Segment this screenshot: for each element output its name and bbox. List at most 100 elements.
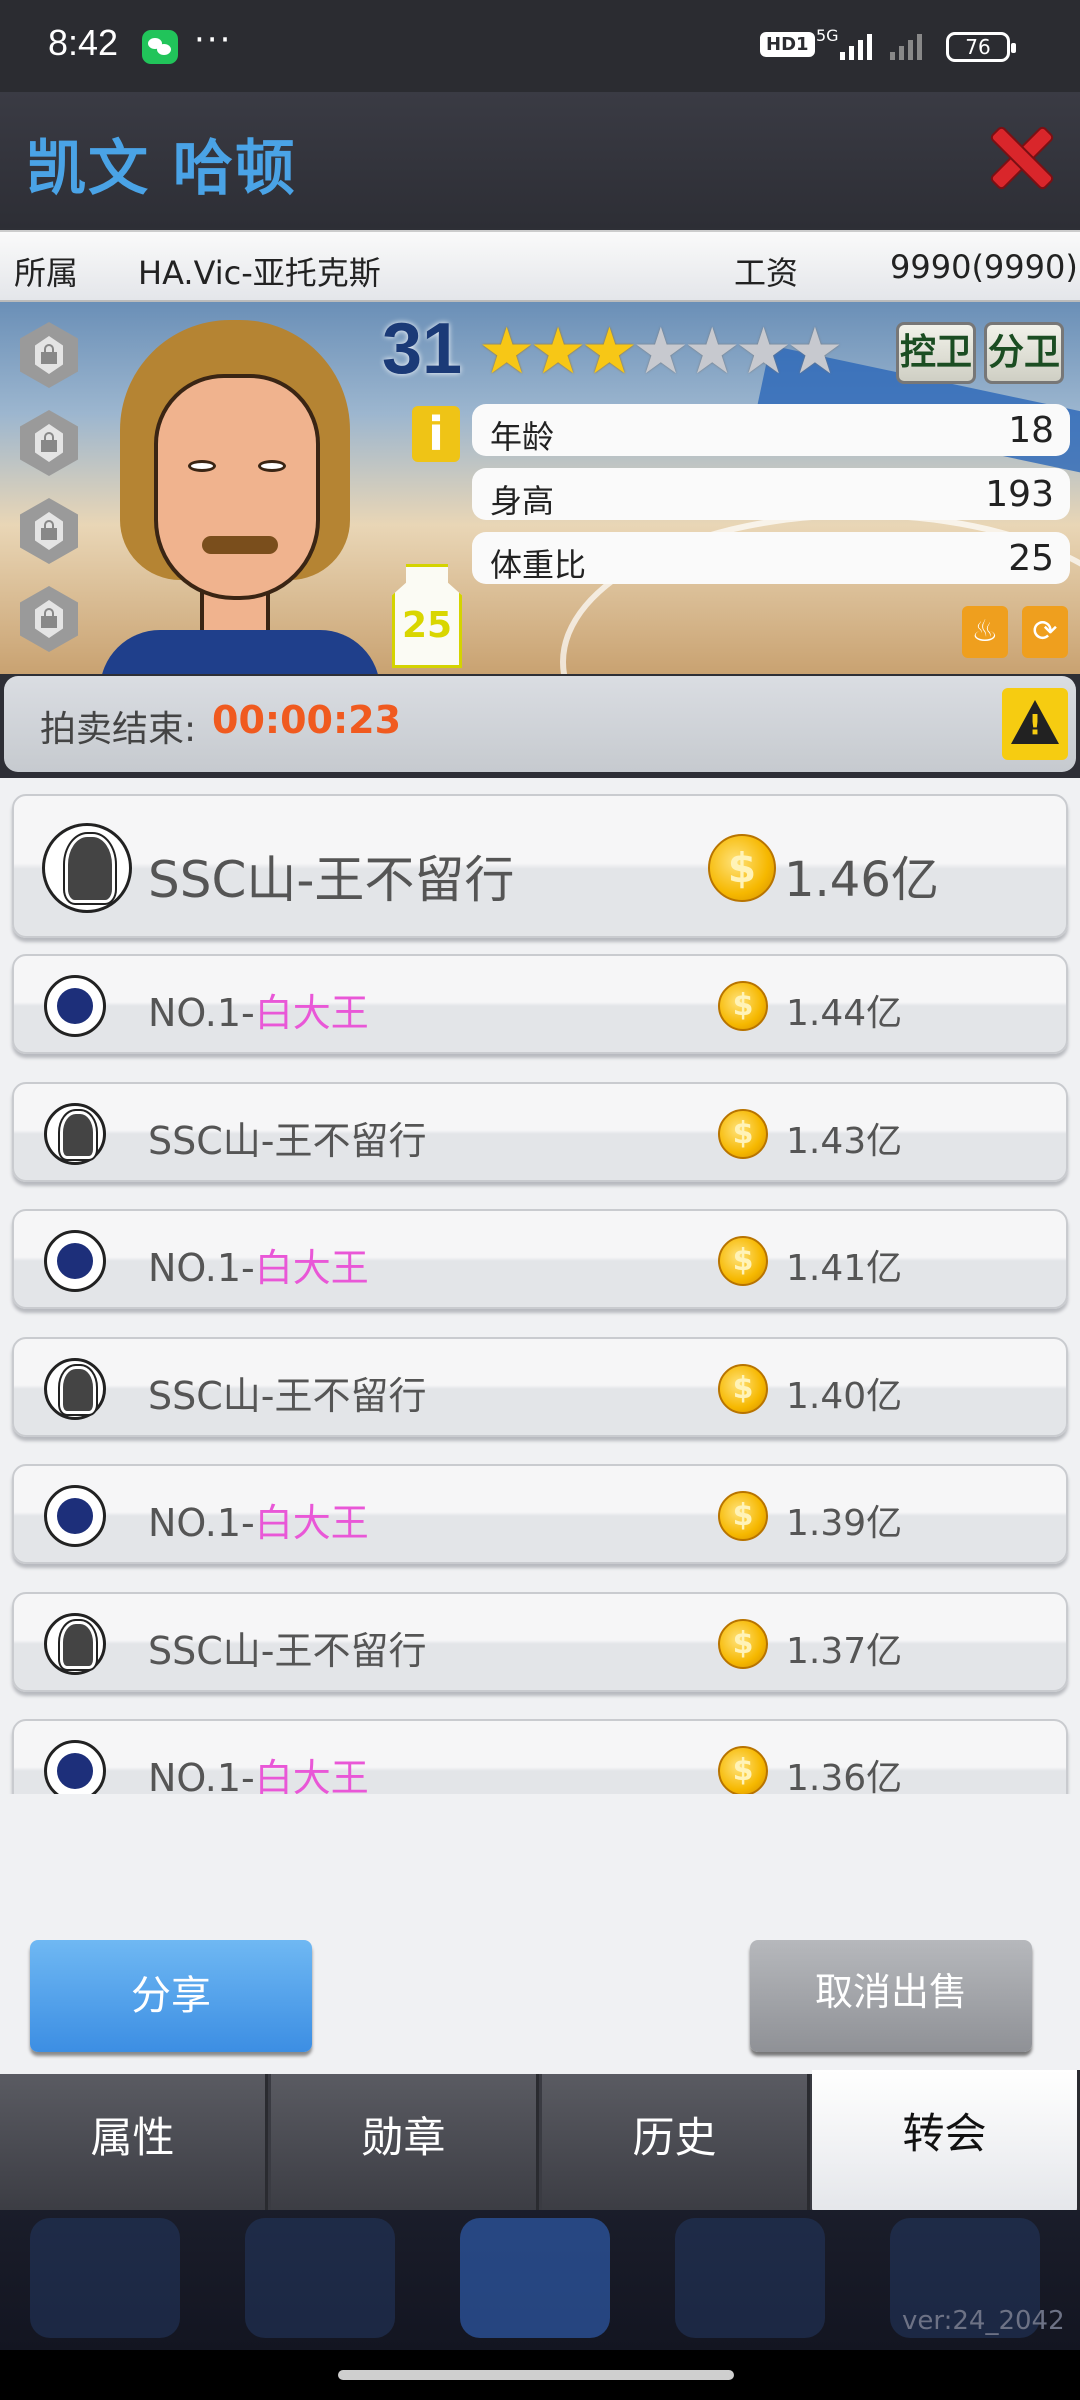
star-filled-icon: ★ bbox=[478, 315, 536, 389]
bidder-team-name: NO.1-白大王 bbox=[148, 1747, 369, 1794]
stat-value: 193 bbox=[985, 474, 1054, 515]
blue-team-logo bbox=[44, 1230, 106, 1292]
cancel-sale-button[interactable]: 取消出售 bbox=[750, 1940, 1032, 2052]
blue-team-logo bbox=[44, 975, 106, 1037]
skill-slots bbox=[20, 322, 80, 674]
battery-icon: 76 bbox=[946, 32, 1016, 62]
fire-icon[interactable]: ♨ bbox=[962, 606, 1008, 658]
share-button[interactable]: 分享 bbox=[30, 1940, 312, 2052]
star-empty-icon: ★ bbox=[786, 315, 844, 389]
bidder-team-name: SSC山-王不留行 bbox=[148, 1110, 427, 1165]
helmet-logo bbox=[44, 1102, 106, 1165]
nav-home-icon bbox=[460, 2218, 610, 2338]
affiliation-team: HA.Vic-亚托克斯 bbox=[138, 254, 381, 292]
team-name-prefix: NO.1- bbox=[148, 1501, 255, 1545]
helmet-logo bbox=[42, 823, 132, 913]
hd-badge: HD1 bbox=[760, 32, 815, 57]
player-name: 凯文 哈顿 bbox=[26, 134, 297, 204]
team-name-prefix: NO.1- bbox=[148, 1756, 255, 1794]
bid-row[interactable]: NO.1-白大王 $1.44亿 bbox=[12, 954, 1068, 1054]
player-rating: 31 bbox=[382, 309, 463, 389]
home-indicator[interactable] bbox=[0, 2350, 1080, 2400]
affiliation-label: 所属 bbox=[14, 254, 79, 292]
bid-row[interactable]: SSC山-王不留行 $1.37亿 bbox=[12, 1591, 1068, 1692]
tab-bar: 属性 勋章 历史 转会 bbox=[0, 2070, 1080, 2214]
bidder-team-name: NO.1-白大王 bbox=[148, 1237, 369, 1292]
stat-label: 身高 bbox=[490, 482, 555, 520]
salary-value: 9990(9990) bbox=[890, 248, 1078, 286]
star-filled-icon: ★ bbox=[580, 315, 639, 389]
stat-value: 18 bbox=[1008, 410, 1054, 451]
star-empty-icon: ★ bbox=[683, 315, 741, 389]
bid-amount: 1.37亿 bbox=[786, 1630, 903, 1672]
coin-icon: $ bbox=[718, 1363, 768, 1414]
position-badge-sg: 分卫 bbox=[984, 322, 1064, 384]
status-bar: 8:42 ··· HD1 5G 76 bbox=[0, 0, 1080, 92]
bidder-team-name: SSC山-王不留行 bbox=[148, 1620, 427, 1675]
lock-icon[interactable] bbox=[20, 410, 78, 476]
swap-icon[interactable]: ⟳ bbox=[1022, 606, 1068, 658]
tab-medals[interactable]: 勋章 bbox=[271, 2074, 539, 2210]
bid-amount: 1.36亿 bbox=[786, 1758, 903, 1794]
team-name-prefix: SSC山-王不留行 bbox=[148, 1628, 427, 1673]
team-name-prefix: SSC山-王不留行 bbox=[148, 851, 515, 909]
position-badge-pg: 控卫 bbox=[896, 322, 976, 384]
top-bid-row[interactable]: SSC山-王不留行 $1.46亿 bbox=[12, 794, 1068, 938]
stat-label: 年龄 bbox=[490, 418, 555, 456]
team-name-highlight: 白大王 bbox=[254, 1246, 369, 1290]
affiliation-bar: 所属 HA.Vic-亚托克斯 工资 9990(9990) bbox=[0, 230, 1080, 302]
bid-row[interactable]: NO.1-白大王 $1.41亿 bbox=[12, 1209, 1068, 1309]
bid-amount: 1.43亿 bbox=[786, 1120, 903, 1162]
tab-transfer[interactable]: 转会 bbox=[812, 2070, 1080, 2214]
tab-attributes[interactable]: 属性 bbox=[0, 2074, 268, 2210]
signal-icon bbox=[840, 34, 872, 60]
bid-row[interactable]: SSC山-王不留行 $1.40亿 bbox=[12, 1336, 1068, 1437]
auction-end-label: 拍卖结束: bbox=[40, 709, 197, 750]
helmet-logo bbox=[44, 1612, 106, 1675]
lock-icon[interactable] bbox=[20, 586, 78, 652]
bid-list[interactable]: SSC山-王不留行 $1.46亿 NO.1-白大王 $1.44亿 SSC山-王不留行 $1… bbox=[0, 778, 1080, 1794]
lock-icon[interactable] bbox=[20, 322, 78, 388]
coin-icon: $ bbox=[718, 1491, 768, 1541]
bidder-team-name: NO.1-白大王 bbox=[148, 982, 369, 1037]
bid-row[interactable]: NO.1-白大王 $1.39亿 bbox=[12, 1464, 1068, 1564]
stat-label: 体重比 bbox=[490, 546, 587, 584]
bidder-team-name: SSC山-王不留行 bbox=[148, 840, 514, 912]
title-bar: 凯文 哈顿 bbox=[0, 92, 1080, 228]
nav-mail-icon bbox=[675, 2218, 825, 2338]
version-label: ver:24_2042 bbox=[902, 2306, 1065, 2336]
coin-icon: $ bbox=[718, 1236, 768, 1286]
bid-amount: 1.41亿 bbox=[786, 1248, 903, 1289]
stat-row-height: 身高 193 bbox=[472, 468, 1070, 520]
bid-row[interactable]: NO.1-白大王 $1.36亿 bbox=[12, 1719, 1068, 1794]
jersey-icon: 25 bbox=[392, 564, 462, 668]
wechat-icon bbox=[142, 30, 178, 64]
coin-icon: $ bbox=[718, 1618, 768, 1669]
clock: 8:42 bbox=[48, 22, 119, 63]
info-icon[interactable]: i bbox=[412, 406, 460, 462]
coin-icon: $ bbox=[708, 834, 776, 902]
player-card: 25 31 ★ ★ ★ ★ ★ ★ ★ 控卫 分卫 i 年龄 18 身高 193 体重比 2… bbox=[0, 302, 1080, 674]
network-type: 5G bbox=[816, 26, 839, 45]
team-name-prefix: SSC山-王不留行 bbox=[148, 1118, 427, 1163]
blue-team-logo bbox=[44, 1740, 106, 1794]
close-icon[interactable] bbox=[990, 126, 1052, 188]
team-name-highlight: 白大王 bbox=[254, 991, 369, 1035]
team-name-prefix: SSC山-王不留行 bbox=[148, 1373, 427, 1418]
helmet-logo bbox=[44, 1357, 106, 1420]
bid-amount: 1.46亿 bbox=[784, 852, 939, 908]
warning-icon[interactable] bbox=[1002, 688, 1068, 760]
team-name-prefix: NO.1- bbox=[148, 1246, 255, 1290]
bid-row[interactable]: SSC山-王不留行 $1.43亿 bbox=[12, 1081, 1068, 1182]
coin-icon: $ bbox=[718, 1746, 768, 1794]
bidder-team-name: NO.1-白大王 bbox=[148, 1492, 369, 1547]
stat-row-age: 年龄 18 bbox=[472, 404, 1070, 456]
team-name-prefix: NO.1- bbox=[148, 991, 255, 1035]
lock-icon[interactable] bbox=[20, 498, 78, 564]
stat-value: 25 bbox=[1008, 538, 1054, 579]
team-name-highlight: 白大王 bbox=[254, 1501, 369, 1545]
star-rating: ★ ★ ★ ★ ★ ★ ★ bbox=[478, 315, 844, 389]
tab-history[interactable]: 历史 bbox=[542, 2074, 810, 2210]
bidder-team-name: SSC山-王不留行 bbox=[148, 1365, 427, 1420]
player-avatar bbox=[100, 310, 380, 674]
